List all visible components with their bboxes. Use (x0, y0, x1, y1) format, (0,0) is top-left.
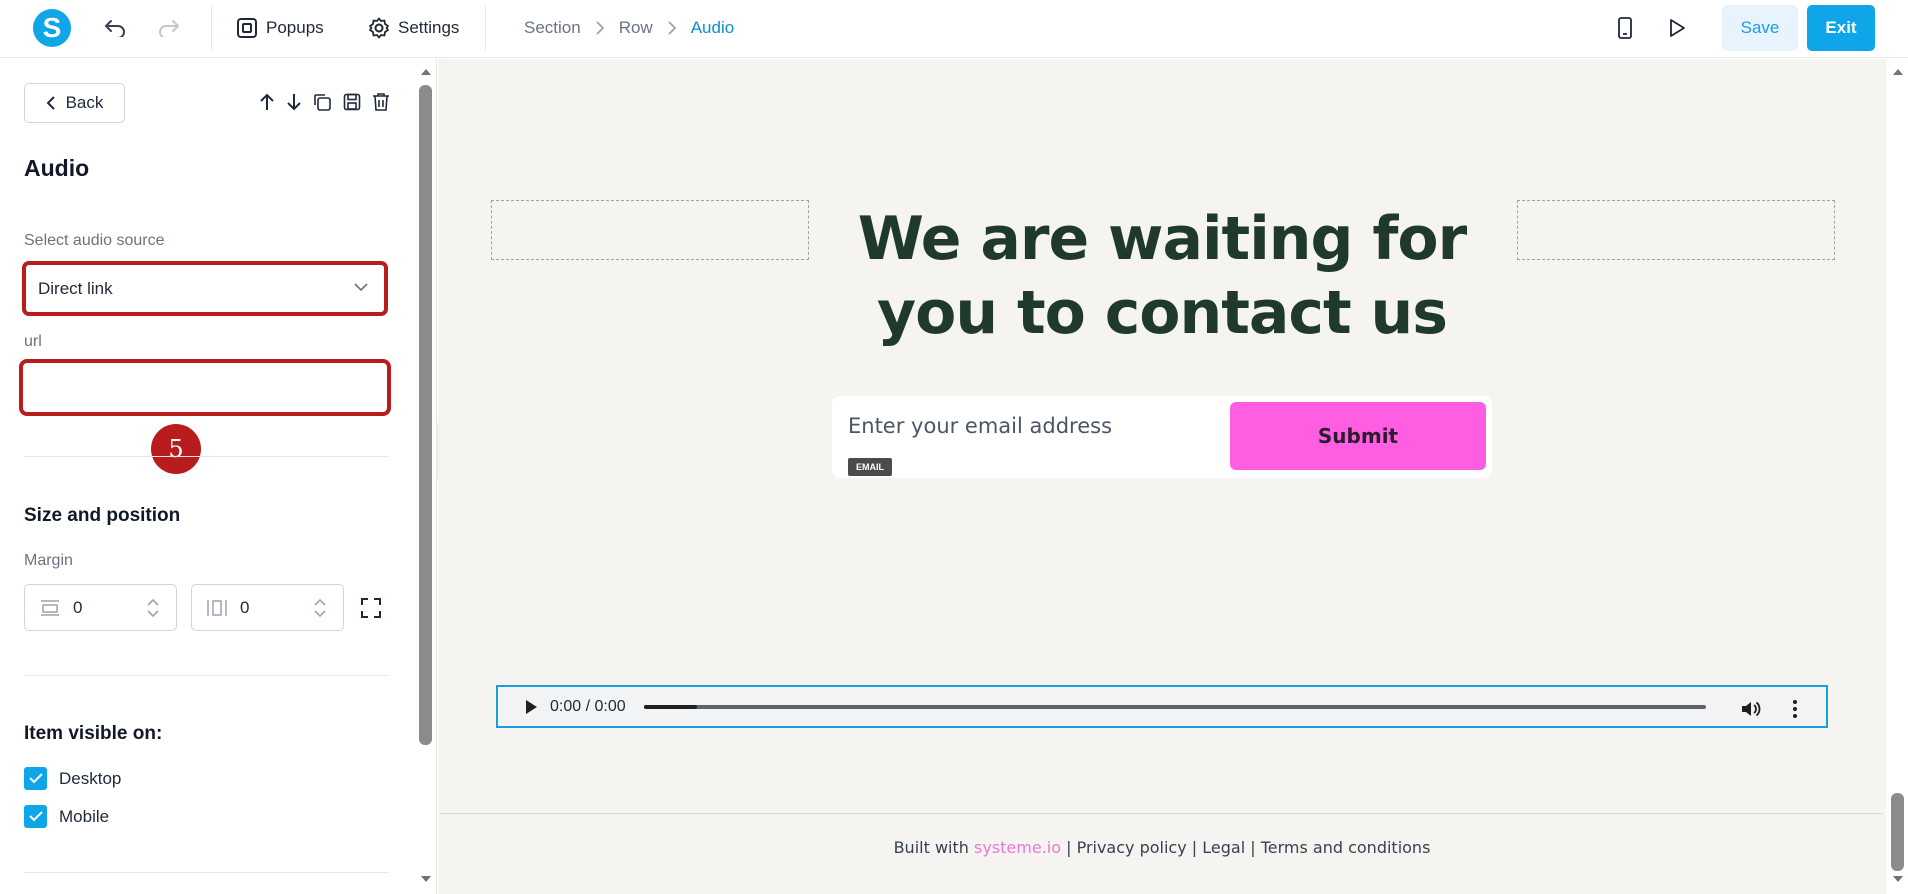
headline-line-1: We are waiting for (857, 204, 1467, 274)
margin-vertical-icon (41, 599, 59, 616)
audio-element-selected[interactable]: 0:00 / 0:00 (496, 685, 1828, 728)
exit-button[interactable]: Exit (1807, 5, 1875, 51)
breadcrumb: Section Row Audio (524, 18, 734, 38)
systeme-logo[interactable]: S (33, 9, 71, 47)
exit-label: Exit (1825, 18, 1857, 37)
scroll-down-icon[interactable] (420, 874, 432, 884)
audio-player: 0:00 / 0:00 (500, 689, 1824, 724)
headline[interactable]: We are waiting for you to contact us (438, 202, 1886, 350)
margin-horizontal-value: 0 (240, 597, 250, 617)
submit-label: Submit (1317, 424, 1399, 448)
margin-horizontal-input[interactable]: 0 (191, 584, 344, 631)
visible-mobile-checkbox[interactable]: Mobile (24, 805, 109, 828)
move-down-icon[interactable] (282, 90, 306, 114)
submit-button[interactable]: Submit (1230, 402, 1486, 470)
canvas-scrollbar[interactable] (1891, 793, 1904, 871)
sidebar-scrollbar[interactable] (419, 85, 432, 745)
scroll-down-icon[interactable] (1892, 874, 1904, 884)
divider (24, 675, 389, 676)
save-label: Save (1740, 18, 1780, 37)
audio-progress-bar[interactable] (643, 704, 1706, 709)
visible-desktop-checkbox[interactable]: Desktop (24, 767, 121, 790)
trash-icon[interactable] (369, 90, 393, 114)
play-preview-icon[interactable] (1663, 14, 1691, 42)
panel-title: Audio (24, 155, 90, 181)
breadcrumb-section[interactable]: Section (524, 18, 581, 38)
chevron-left-icon (46, 96, 55, 110)
save-button[interactable]: Save (1722, 5, 1798, 51)
audio-source-select[interactable]: Direct link (22, 261, 388, 316)
headline-line-2: you to contact us (877, 278, 1448, 348)
email-tag: EMAIL (848, 458, 892, 476)
stepper-icon[interactable] (146, 596, 160, 620)
settings-sidebar: Back Audio Select audio source Direct li… (0, 59, 437, 894)
popup-icon (237, 18, 257, 38)
mobile-preview-icon[interactable] (1611, 14, 1639, 42)
redo-icon[interactable] (155, 14, 183, 42)
audio-progress-fill (643, 704, 697, 709)
expand-icon[interactable] (359, 596, 383, 620)
chevron-right-icon (596, 21, 604, 35)
margin-vertical-input[interactable]: 0 (24, 584, 177, 631)
chevron-down-icon (354, 283, 368, 292)
checkbox-checked[interactable] (24, 767, 47, 790)
back-button[interactable]: Back (24, 83, 125, 123)
back-label: Back (65, 93, 104, 112)
footer: Built with systeme.io | Privacy policy |… (438, 838, 1886, 857)
visible-desktop-label: Desktop (59, 768, 122, 788)
popups-label: Popups (266, 18, 324, 37)
footer-divider (440, 813, 1883, 814)
top-toolbar: S Popups Settings Section Row Audio Save… (0, 0, 1908, 58)
check-icon (28, 773, 43, 784)
settings-label: Settings (398, 18, 460, 37)
move-up-icon[interactable] (255, 90, 279, 114)
visible-on-title: Item visible on: (24, 723, 163, 744)
step-number: 5 (168, 435, 184, 463)
audio-time: 0:00 / 0:00 (550, 697, 626, 715)
logo-letter: S (42, 12, 62, 43)
scroll-up-icon[interactable] (1892, 67, 1904, 77)
duplicate-icon[interactable] (310, 90, 334, 114)
save-block-icon[interactable] (340, 90, 364, 114)
footer-built-with: Built with (893, 838, 969, 857)
audio-source-label: Select audio source (24, 232, 165, 249)
divider (24, 872, 389, 873)
audio-source-value: Direct link (38, 278, 113, 298)
toolbar-divider (485, 6, 486, 50)
breadcrumb-audio[interactable]: Audio (691, 18, 734, 38)
url-label: url (24, 333, 42, 350)
margin-horizontal-icon (207, 599, 227, 616)
volume-icon[interactable] (1740, 699, 1762, 719)
chevron-right-icon (668, 21, 676, 35)
check-icon (28, 811, 43, 822)
stepper-icon[interactable] (313, 596, 327, 620)
toolbar-divider (211, 6, 212, 50)
footer-links[interactable]: | Privacy policy | Legal | Terms and con… (1066, 838, 1430, 857)
more-options-icon[interactable] (1792, 699, 1798, 719)
step-badge: 5 (151, 424, 201, 474)
margin-label: Margin (24, 552, 73, 569)
footer-brand-link[interactable]: systeme.io (974, 838, 1061, 857)
visible-mobile-label: Mobile (59, 806, 110, 826)
breadcrumb-row[interactable]: Row (619, 18, 653, 38)
settings-button[interactable]: Settings (368, 14, 459, 42)
scroll-up-icon[interactable] (420, 67, 432, 77)
page-canvas: We are waiting for you to contact us Ent… (438, 59, 1886, 894)
gear-icon (369, 17, 389, 39)
canvas-scrollbar-track (1887, 59, 1908, 894)
divider (24, 456, 389, 457)
email-input[interactable]: Enter your email address (848, 414, 1112, 438)
undo-icon[interactable] (101, 14, 129, 42)
play-icon[interactable] (524, 699, 538, 715)
margin-vertical-value: 0 (73, 597, 83, 617)
url-input[interactable] (19, 359, 391, 416)
popups-button[interactable]: Popups (236, 14, 324, 42)
size-position-title: Size and position (24, 505, 181, 526)
checkbox-checked[interactable] (24, 805, 47, 828)
